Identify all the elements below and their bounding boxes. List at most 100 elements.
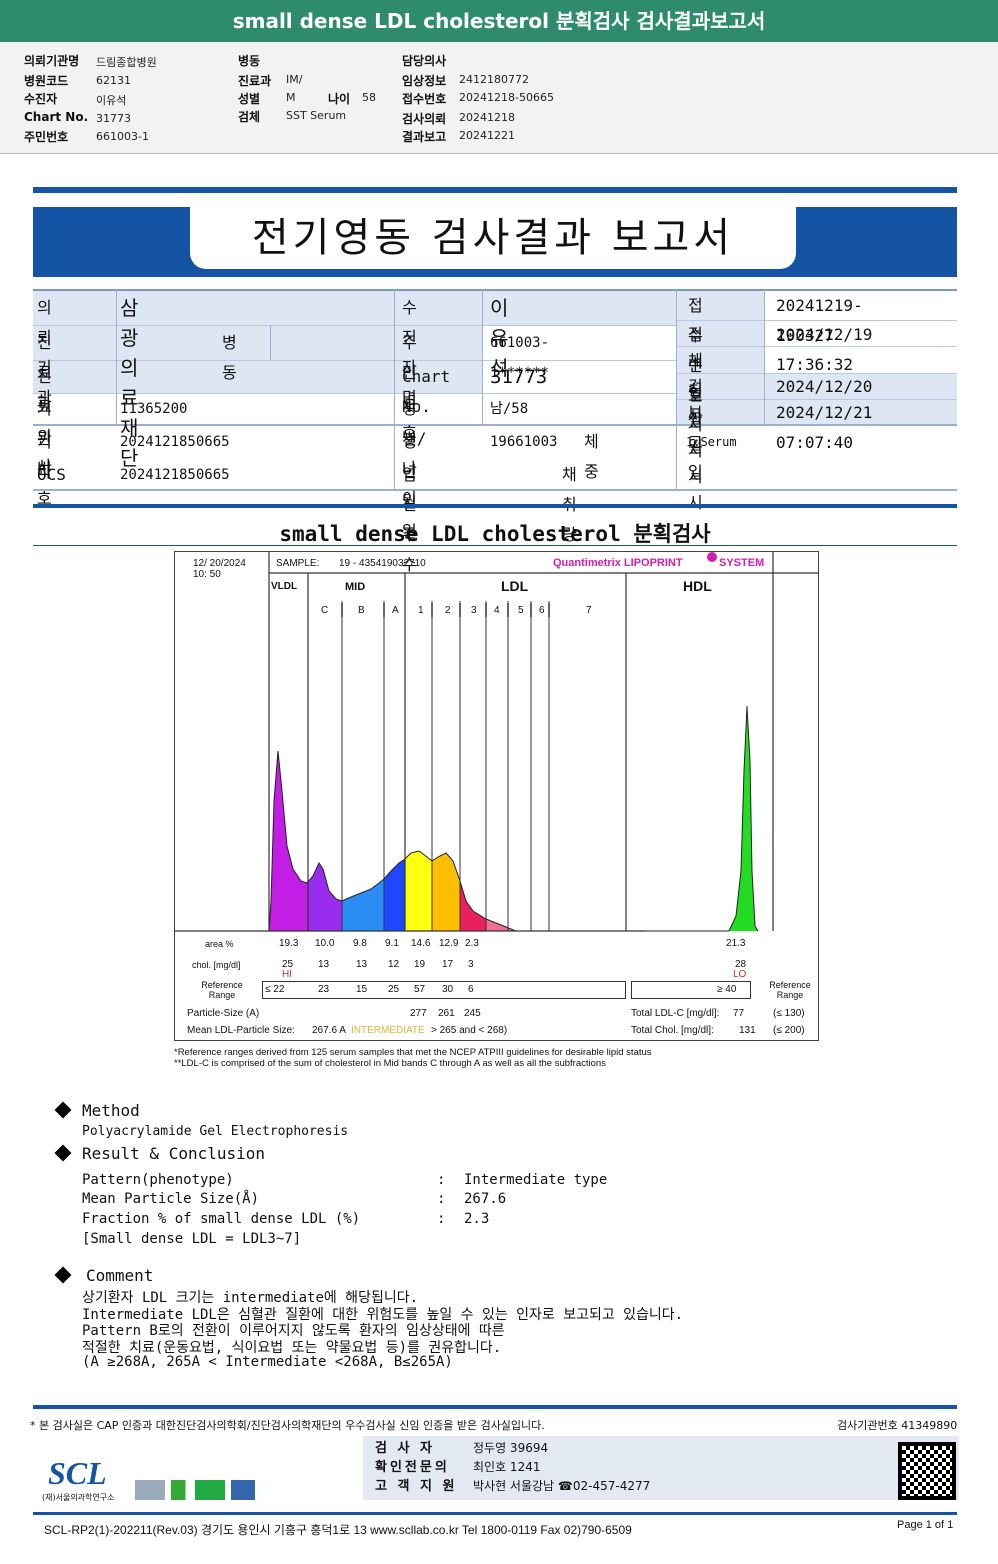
field-ocs: 2024121850665 — [120, 467, 230, 483]
chol-value: 3 — [468, 959, 474, 970]
field-sex: 남/58 — [490, 401, 529, 417]
field-specimen: 1:Serum — [686, 435, 737, 449]
band-label: 5 — [518, 605, 524, 616]
cell-bg — [676, 289, 677, 425]
footnote: *Reference ranges derived from 125 serum… — [174, 1047, 652, 1058]
group-label: VLDL — [271, 581, 298, 592]
cell-bg — [394, 425, 395, 489]
area-value: 2.3 — [465, 938, 479, 949]
cell-bg — [482, 289, 676, 325]
signer-role: 확인전문의 — [375, 1460, 450, 1475]
reference-value: ≥ 40 — [717, 984, 737, 995]
area-value: 9.8 — [353, 938, 367, 949]
info-label: 검사의뢰 — [402, 112, 447, 126]
comment-line: (A ≥268A, 265A < Intermediate <268A, B≤2… — [82, 1353, 453, 1370]
diamond-bullet-icon — [54, 1144, 72, 1162]
certification-note: * 본 검사실은 CAP 인증과 대한진단검사의학회/진단검사의학재단의 우수검… — [30, 1419, 545, 1432]
chart-label: Total Chol. [mg/dl]: — [631, 1025, 714, 1036]
result-value: Intermediate type — [464, 1172, 608, 1188]
cell-bg — [394, 289, 395, 425]
colon: : — [437, 1191, 446, 1207]
diamond-bullet-icon — [54, 1266, 72, 1284]
band-label: 6 — [539, 605, 545, 616]
info-value: 2412180772 — [459, 73, 529, 86]
info-label: 병원코드 — [24, 74, 69, 88]
field-dept: 병동 — [222, 333, 237, 382]
band-label: 7 — [586, 605, 592, 616]
chart-label: (≤ 130) — [773, 1008, 805, 1019]
info-label: 진료과 — [238, 74, 272, 88]
particle-size: 261 — [438, 1008, 455, 1019]
chart-label: Mean LDL-Particle Size: — [187, 1025, 295, 1036]
chart-label: 131 — [739, 1025, 756, 1036]
colon: : — [437, 1172, 446, 1188]
cell-bg — [270, 325, 271, 360]
result-value: 2.3 — [464, 1211, 490, 1227]
info-value: 20241221 — [459, 129, 515, 142]
info-value: M — [286, 91, 296, 104]
flag-high: HI — [282, 969, 292, 980]
area-value: 10.0 — [315, 938, 335, 949]
info-label: 나이 — [328, 92, 351, 106]
chol-value: 12 — [388, 959, 400, 970]
result-value: 267.6 — [464, 1191, 507, 1207]
signer-name: 최인호 1241 — [473, 1460, 541, 1474]
info-label: 접수번호 — [402, 92, 447, 106]
group-label: MID — [345, 581, 366, 593]
group-label: LDL — [501, 578, 529, 594]
lab-number: 검사기관번호 41349890 — [837, 1419, 958, 1432]
signer-name: 정두영 39694 — [473, 1441, 549, 1455]
chol-value: 19 — [414, 959, 426, 970]
report-header-title: small dense LDL cholesterol 분획검사 검사결과보고서 — [0, 0, 998, 42]
band-label: A — [392, 605, 399, 616]
info-label: 결과보고 — [402, 130, 447, 144]
divider — [33, 545, 957, 546]
reference-value: 23 — [318, 984, 330, 995]
section-title: small dense LDL cholesterol 분획검사 — [279, 522, 711, 546]
densitometry-plot — [175, 552, 819, 932]
result-label: Pattern(phenotype) — [82, 1172, 234, 1188]
chart-label: Total LDL-C [mg/dl]: — [631, 1008, 720, 1019]
particle-size: 277 — [410, 1008, 427, 1019]
chart-label: (≤ 200) — [773, 1025, 805, 1036]
chol-value: 13 — [356, 959, 368, 970]
reference-value: 25 — [388, 984, 400, 995]
band-label: B — [358, 605, 365, 616]
brand-logo: SYSTEM — [719, 557, 765, 569]
info-value: 이유석 — [96, 94, 127, 107]
field-rcv_dt: 2024/12/19 17:36:32 — [776, 325, 873, 374]
field-chart: 31773 — [490, 366, 548, 388]
info-label: 임상정보 — [402, 74, 447, 88]
info-value: IM/ — [286, 73, 303, 86]
band-label: 3 — [471, 605, 477, 616]
chart-label: > 265 and < 268) — [431, 1025, 508, 1036]
band-label: 2 — [445, 605, 451, 616]
info-value: 20241218-50665 — [459, 91, 554, 104]
field-birth: 19661003 — [490, 434, 558, 450]
result-note: [Small dense LDL = LDL3~7] — [82, 1231, 302, 1247]
band-label: 1 — [418, 605, 424, 616]
method-text: Polyacrylamide Gel Electrophoresis — [82, 1124, 349, 1139]
field-rep_dt: 2024/12/21 07:07:40 — [776, 403, 873, 452]
group-label: HDL — [683, 578, 712, 594]
field-code: 11365200 — [120, 401, 188, 417]
info-value: 드림종합병원 — [96, 56, 157, 69]
info-value: 58 — [362, 91, 376, 104]
reference-value: ≤ 22 — [265, 984, 285, 995]
reference-value: 30 — [442, 984, 454, 995]
colon: : — [437, 1211, 446, 1227]
band-label: C — [321, 605, 329, 616]
info-label: 성별 — [238, 92, 261, 106]
reference-value: 6 — [468, 984, 474, 995]
chart-label: 10: 50 — [193, 569, 221, 580]
field-weight_l: 체중 — [584, 432, 599, 481]
info-label: 병동 — [238, 54, 261, 68]
info-value: 31773 — [96, 112, 131, 125]
divider — [33, 1512, 957, 1515]
signer-role: 고 객 지 원 — [375, 1479, 458, 1494]
scl-logo: SCL — [48, 1455, 107, 1491]
footer-address: SCL-RP2(1)-202211(Rev.03) 경기도 용인시 기흥구 흥덕… — [44, 1523, 632, 1537]
report-title: 전기영동 검사결과 보고서 — [190, 207, 796, 269]
accreditation-logos — [135, 1480, 255, 1500]
registered-mark — [707, 552, 717, 562]
